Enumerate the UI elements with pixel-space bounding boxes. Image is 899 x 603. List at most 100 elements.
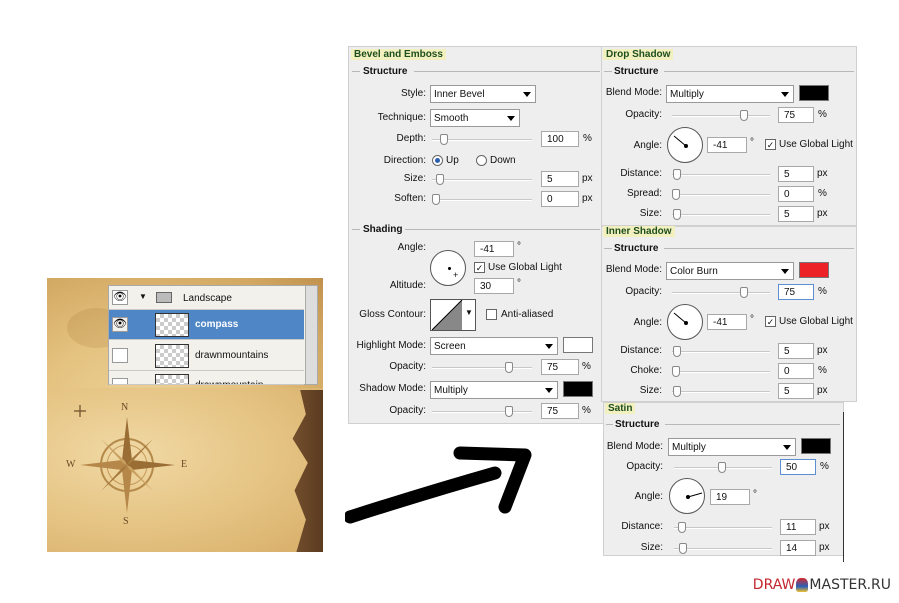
- slider-handle[interactable]: [505, 362, 513, 373]
- eye-icon[interactable]: 👁: [112, 317, 128, 332]
- size-slider[interactable]: [432, 174, 532, 185]
- slider-handle[interactable]: [672, 189, 680, 200]
- shading-angle-dial[interactable]: +: [430, 250, 466, 286]
- size-field[interactable]: 5: [541, 171, 579, 187]
- altitude-field[interactable]: 30: [474, 278, 514, 294]
- ds-blend-select[interactable]: Multiply: [666, 85, 794, 103]
- highlight-color-swatch[interactable]: [563, 337, 593, 353]
- ds-angle-dial[interactable]: [667, 127, 703, 163]
- percent-unit: %: [820, 461, 829, 472]
- eye-toggle[interactable]: [112, 348, 128, 363]
- layer-row-compass[interactable]: 👁 compass: [109, 310, 304, 340]
- satin-size-field[interactable]: 14: [780, 540, 816, 556]
- global-light-checkbox[interactable]: ✓: [474, 262, 485, 273]
- slider-handle[interactable]: [718, 462, 726, 473]
- slider-handle[interactable]: [432, 194, 440, 205]
- depth-label: Depth:: [396, 133, 426, 144]
- direction-down-radio[interactable]: [476, 155, 487, 166]
- ds-angle-field[interactable]: -41: [707, 137, 747, 153]
- is-angle-dial[interactable]: [667, 304, 703, 340]
- ds-spread-field[interactable]: 0: [778, 186, 814, 202]
- direction-up-radio[interactable]: [432, 155, 443, 166]
- slider-handle[interactable]: [505, 406, 513, 417]
- px-unit: px: [817, 208, 828, 219]
- eye-toggle[interactable]: [112, 378, 128, 384]
- shadow-color-swatch[interactable]: [563, 381, 593, 397]
- layer-row-drawnmountains[interactable]: drawnmountains: [109, 341, 304, 371]
- slider-handle[interactable]: [673, 386, 681, 397]
- ds-opacity-field[interactable]: 75: [778, 107, 814, 123]
- slider-handle[interactable]: [672, 366, 680, 377]
- divider: [352, 71, 360, 72]
- satin-color-swatch[interactable]: [801, 438, 831, 454]
- ds-global-light-checkbox[interactable]: ✓: [765, 139, 776, 150]
- slider-handle[interactable]: [740, 110, 748, 121]
- shadow-opacity-slider[interactable]: [432, 406, 532, 417]
- is-angle-field[interactable]: -41: [707, 314, 747, 330]
- is-global-light-checkbox[interactable]: ✓: [765, 316, 776, 327]
- dial-center: [448, 267, 451, 270]
- shadow-mode-select[interactable]: Multiply: [430, 381, 558, 399]
- is-distance-field[interactable]: 5: [778, 343, 814, 359]
- slider-handle[interactable]: [679, 543, 687, 554]
- style-select[interactable]: Inner Bevel: [430, 85, 536, 103]
- satin-opacity-slider[interactable]: [674, 462, 772, 473]
- ds-distance-slider[interactable]: [672, 169, 770, 180]
- technique-select[interactable]: Smooth: [430, 109, 520, 127]
- slider-handle[interactable]: [740, 287, 748, 298]
- satin-angle-dial[interactable]: [669, 478, 705, 514]
- inner-shadow-title: Inner Shadow: [603, 226, 675, 237]
- px-unit: px: [819, 542, 830, 553]
- depth-slider[interactable]: [432, 134, 532, 145]
- satin-distance-field[interactable]: 11: [780, 519, 816, 535]
- slider-handle[interactable]: [436, 174, 444, 185]
- depth-field[interactable]: 100: [541, 131, 579, 147]
- satin-size-slider[interactable]: [674, 543, 772, 554]
- slider-handle[interactable]: [673, 346, 681, 357]
- degree-symbol: °: [517, 278, 521, 289]
- is-blend-select[interactable]: Color Burn: [666, 262, 794, 280]
- ds-size-field[interactable]: 5: [778, 206, 814, 222]
- is-size-field[interactable]: 5: [778, 383, 814, 399]
- satin-opacity-field[interactable]: 50: [780, 459, 816, 475]
- slider-handle[interactable]: [673, 209, 681, 220]
- ds-opacity-slider[interactable]: [672, 110, 770, 121]
- soften-unit: px: [582, 193, 593, 204]
- satin-distance-label: Distance:: [621, 521, 663, 532]
- soften-slider[interactable]: [432, 194, 532, 205]
- slider-handle[interactable]: [678, 522, 686, 533]
- ds-distance-field[interactable]: 5: [778, 166, 814, 182]
- is-choke-slider[interactable]: [672, 366, 770, 377]
- soften-field[interactable]: 0: [541, 191, 579, 207]
- is-distance-slider[interactable]: [672, 346, 770, 357]
- eye-icon[interactable]: 👁: [112, 290, 128, 305]
- ds-color-swatch[interactable]: [799, 85, 829, 101]
- is-opacity-slider[interactable]: [672, 287, 770, 298]
- chevron-down-icon: ▼: [465, 308, 473, 317]
- is-choke-field[interactable]: 0: [778, 363, 814, 379]
- is-opacity-field[interactable]: 75: [778, 284, 814, 300]
- highlight-opacity-field[interactable]: 75: [541, 359, 579, 375]
- shading-angle-label: Angle:: [397, 242, 426, 253]
- slider-handle[interactable]: [673, 169, 681, 180]
- satin-blend-select[interactable]: Multiply: [668, 438, 796, 456]
- chevron-down-icon[interactable]: ▼: [139, 292, 147, 301]
- ds-size-slider[interactable]: [672, 209, 770, 220]
- anti-aliased-checkbox[interactable]: [486, 309, 497, 320]
- satin-distance-slider[interactable]: [674, 522, 772, 533]
- is-size-slider[interactable]: [672, 386, 770, 397]
- highlight-opacity-slider[interactable]: [432, 362, 532, 373]
- layer-group-row[interactable]: 👁 ▼ Landscape: [109, 286, 304, 310]
- shading-angle-field[interactable]: -41: [474, 241, 514, 257]
- layers-scrollbar[interactable]: [305, 286, 317, 384]
- is-color-swatch[interactable]: [799, 262, 829, 278]
- ds-spread-slider[interactable]: [672, 189, 770, 200]
- shadow-opacity-field[interactable]: 75: [541, 403, 579, 419]
- layer-row-drawnmountain[interactable]: drawnmountain: [109, 371, 304, 385]
- slider-handle[interactable]: [440, 134, 448, 145]
- gloss-contour-picker[interactable]: ▼: [430, 299, 476, 331]
- crosshair-icon: [74, 405, 86, 417]
- satin-angle-field[interactable]: 19: [710, 489, 750, 505]
- highlight-mode-select[interactable]: Screen: [430, 337, 558, 355]
- drawmaster-logo: DRAW MASTER.RU: [753, 577, 891, 593]
